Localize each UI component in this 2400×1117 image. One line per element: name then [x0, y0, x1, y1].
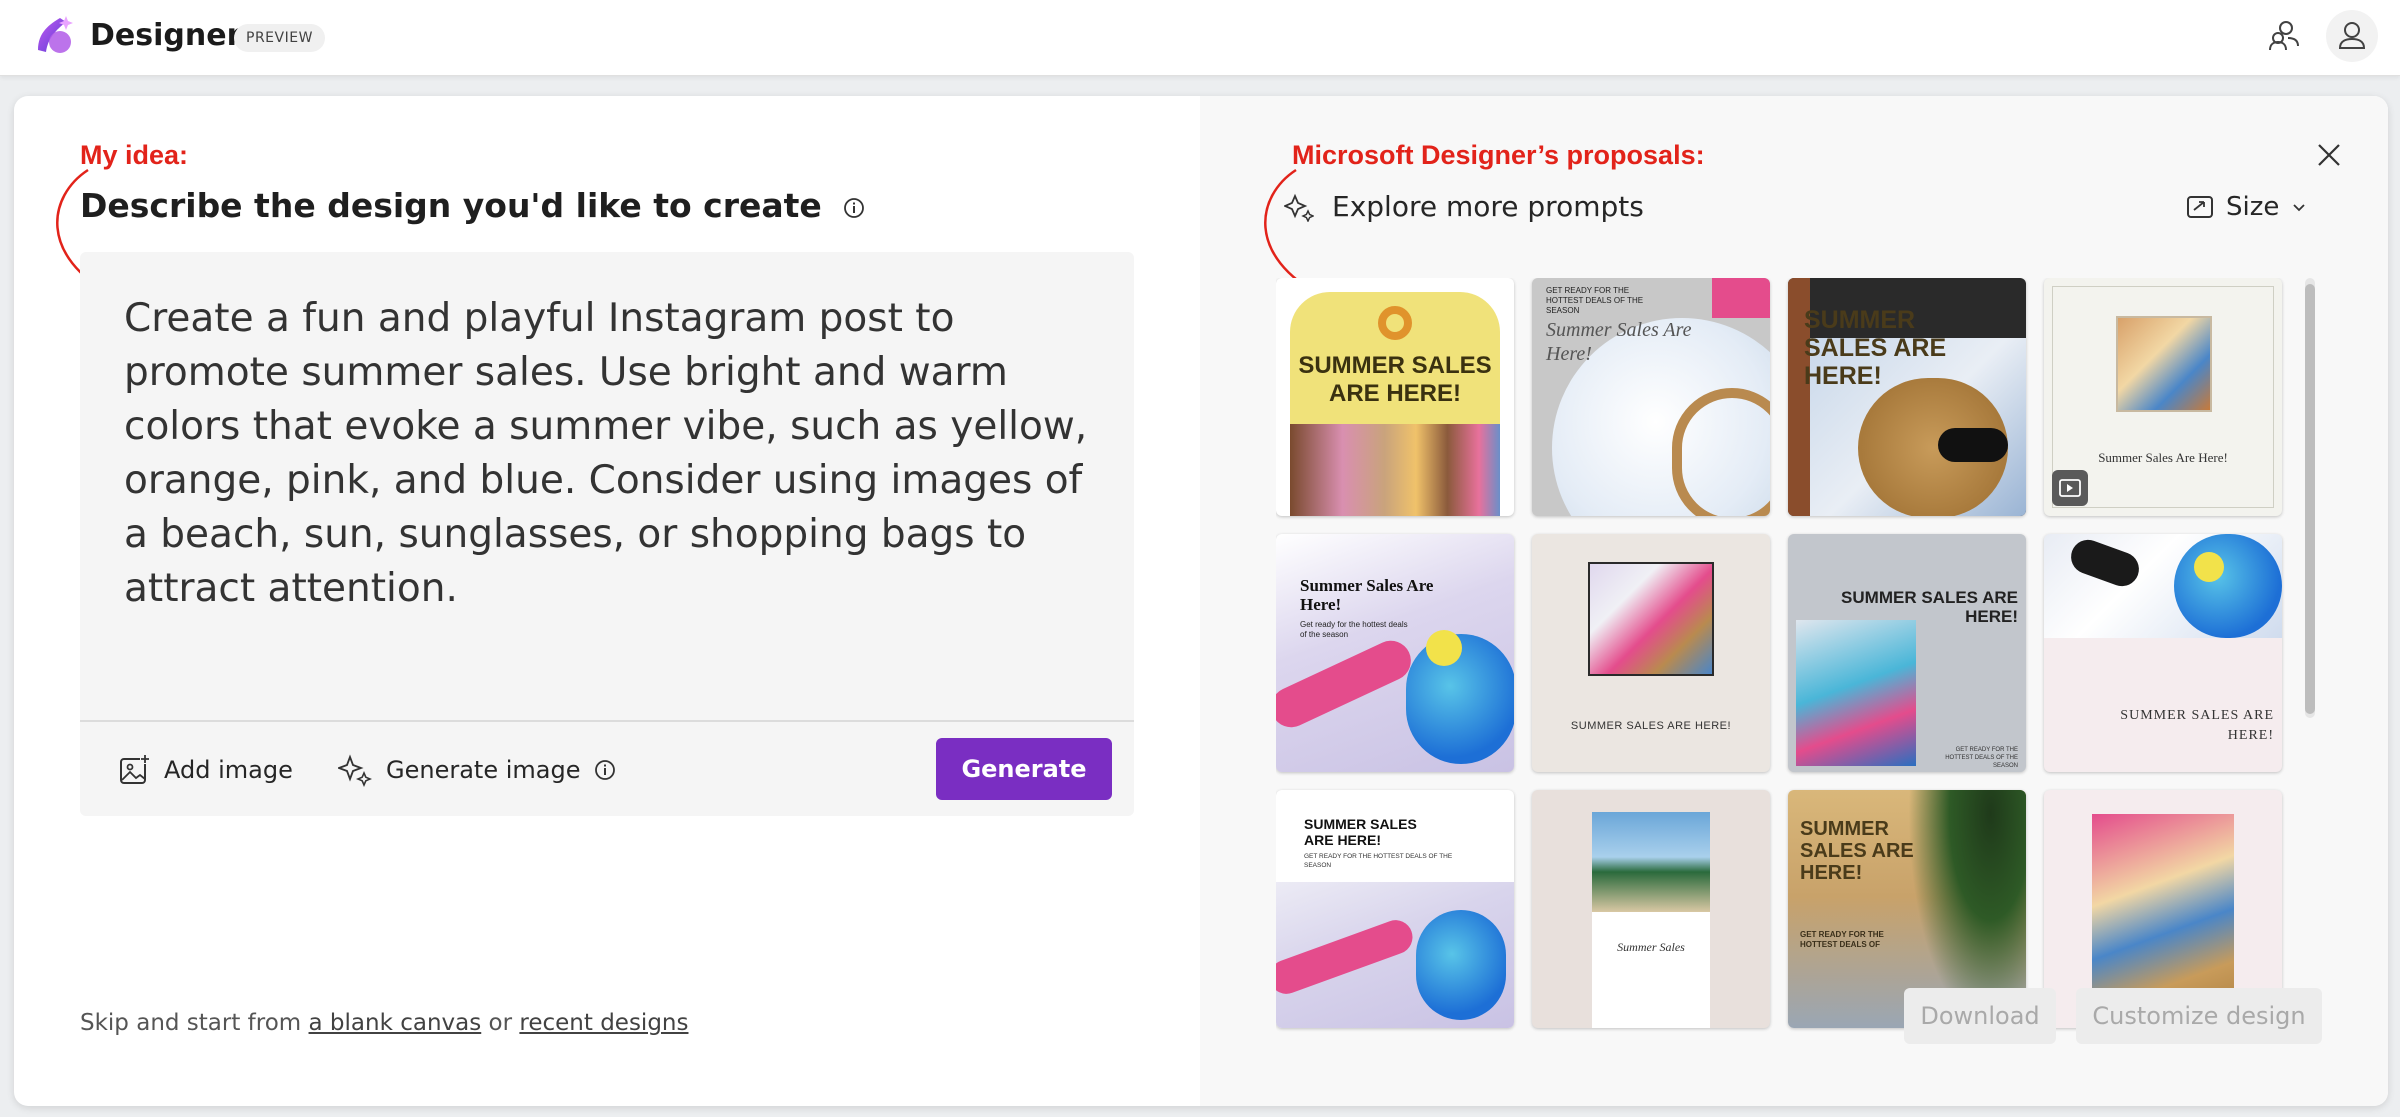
- beach-photo: [1592, 812, 1710, 912]
- proposal-thumbnail[interactable]: SUMMER SALES ARE HERE!: [1276, 278, 1514, 516]
- thumbnail-sub: GET READY FOR THE HOTTEST DEALS OF: [1800, 930, 1884, 949]
- info-icon[interactable]: [594, 759, 616, 781]
- thumbnail-kicker: GET READY FOR THE HOTTEST DEALS OF THE S…: [1546, 286, 1644, 315]
- proposal-thumbnail[interactable]: SUMMER SALES ARE HERE!: [1788, 278, 2026, 516]
- tag-hole: [1378, 306, 1412, 340]
- resize-icon: [2187, 196, 2213, 218]
- thumbnail-sub: GET READY FOR THE HOTTEST DEALS OF THE S…: [1304, 853, 1453, 869]
- generate-image-label: Generate image: [386, 756, 581, 784]
- sparkle-icon: [1284, 193, 1314, 222]
- share-icon[interactable]: [2264, 16, 2304, 56]
- explore-label: Explore more prompts: [1332, 190, 1644, 223]
- page-title: Describe the design you'd like to create: [80, 186, 865, 225]
- bags-photo: [1290, 424, 1500, 516]
- straw-bag: [1672, 388, 1770, 516]
- account-button[interactable]: [2326, 10, 2378, 62]
- skip-or: or: [481, 1010, 520, 1036]
- sparkle-icon: [338, 754, 372, 787]
- prompt-text[interactable]: Create a fun and playful Instagram post …: [124, 292, 1104, 616]
- thumbnail-title: SUMMER SALES ARE HERE!: [1298, 352, 1492, 407]
- parrot-beak: [2194, 552, 2224, 582]
- info-icon[interactable]: [843, 197, 865, 219]
- thumbnail-title: SUMMER SALES ARE HERE!: [2120, 708, 2274, 743]
- thumbnail-title: SUMMER SALES ARE HERE!: [1304, 816, 1417, 848]
- thumbnail-title: Summer Sales Are Here!: [1300, 576, 1434, 614]
- video-badge: [2052, 470, 2088, 506]
- customize-design-button[interactable]: Customize design: [2076, 988, 2322, 1044]
- prompt-textarea[interactable]: Create a fun and playful Instagram post …: [80, 252, 1134, 722]
- recent-designs-link[interactable]: recent designs: [519, 1010, 688, 1036]
- annotation-proposals: Microsoft Designer’s proposals:: [1292, 140, 1705, 170]
- proposal-thumbnail[interactable]: Summer Sales Are Here!: [2044, 278, 2282, 516]
- proposal-grid: SUMMER SALES ARE HERE! GET READY FOR THE…: [1276, 278, 2316, 1048]
- proposal-thumbnail[interactable]: GET READY FOR THE HOTTEST DEALS OF THE S…: [1532, 278, 1770, 516]
- add-image-icon: [120, 754, 150, 784]
- app-title: Designer: [90, 18, 242, 53]
- thumbnail-title: SUMMER SALES ARE HERE!: [1804, 306, 1947, 390]
- top-bar: Designer PREVIEW: [0, 0, 2400, 76]
- chevron-down-icon: [2293, 204, 2306, 212]
- thumbnail-title: SUMMER SALES ARE HERE!: [1800, 818, 1914, 884]
- photo-frame: [1588, 562, 1714, 676]
- size-label: Size: [2226, 192, 2280, 222]
- size-dropdown[interactable]: Size: [2186, 192, 2307, 222]
- bag-photo: [2116, 316, 2212, 412]
- thumbnail-sub: GET READY FOR THE HOTTEST DEALS OF THE S…: [1945, 747, 2018, 769]
- add-image-label: Add image: [164, 756, 293, 784]
- proposal-thumbnail[interactable]: Summer Sales: [1532, 790, 1770, 1028]
- proposal-thumbnail[interactable]: SUMMER SALES ARE HERE!: [2044, 534, 2282, 772]
- thumbnail-title: SUMMER SALES ARE HERE!: [1570, 720, 1732, 732]
- parrot-photo: [1796, 620, 1916, 766]
- thumbnail-title: Summer Sales Are Here!: [1546, 319, 1692, 365]
- grid-scrollbar[interactable]: [2305, 278, 2315, 718]
- parrot-float: [1416, 910, 1506, 1020]
- generate-image-button[interactable]: Generate image: [338, 750, 616, 790]
- preview-badge: PREVIEW: [234, 24, 325, 52]
- grid-scrollbar-thumb[interactable]: [2305, 284, 2315, 714]
- pink-fabric: [1712, 278, 1770, 318]
- text-card: [1592, 912, 1710, 1028]
- parrot-beak: [1426, 630, 1462, 666]
- blank-canvas-link[interactable]: a blank canvas: [309, 1010, 482, 1036]
- designer-logo-icon[interactable]: [30, 12, 76, 58]
- explore-more-prompts[interactable]: Explore more prompts: [1284, 190, 1644, 223]
- proposal-thumbnail[interactable]: SUMMER SALES ARE HERE!: [1532, 534, 1770, 772]
- download-button[interactable]: Download: [1904, 988, 2056, 1044]
- add-image-button[interactable]: Add image: [118, 750, 293, 790]
- parrot-float: [2174, 534, 2282, 638]
- close-icon[interactable]: [2314, 140, 2344, 170]
- prompt-actions-bar: Add image Generate image Generate: [80, 722, 1134, 816]
- generate-button[interactable]: Generate: [936, 738, 1112, 800]
- thumbnail-sub: Get ready for the hottest deals of the s…: [1300, 620, 1408, 639]
- page-title-text: Describe the design you'd like to create: [80, 186, 822, 225]
- thumbnail-title: Summer Sales: [1617, 940, 1685, 954]
- designer-card: My idea: Describe the design you'd like …: [14, 96, 2388, 1106]
- play-video-icon: [2059, 479, 2081, 497]
- proposal-thumbnail[interactable]: Summer Sales Are Here! Get ready for the…: [1276, 534, 1514, 772]
- person-icon: [2338, 22, 2366, 49]
- sunglasses: [1938, 428, 2008, 462]
- proposal-thumbnail[interactable]: SUMMER SALES ARE HERE! GET READY FOR THE…: [1788, 534, 2026, 772]
- skip-footer: Skip and start from a blank canvas or re…: [80, 1010, 688, 1036]
- thumbnail-title: Summer Sales Are Here!: [2098, 450, 2228, 465]
- proposal-thumbnail[interactable]: SUMMER SALES ARE HERE! GET READY FOR THE…: [1276, 790, 1514, 1028]
- skip-prefix: Skip and start from: [80, 1010, 309, 1036]
